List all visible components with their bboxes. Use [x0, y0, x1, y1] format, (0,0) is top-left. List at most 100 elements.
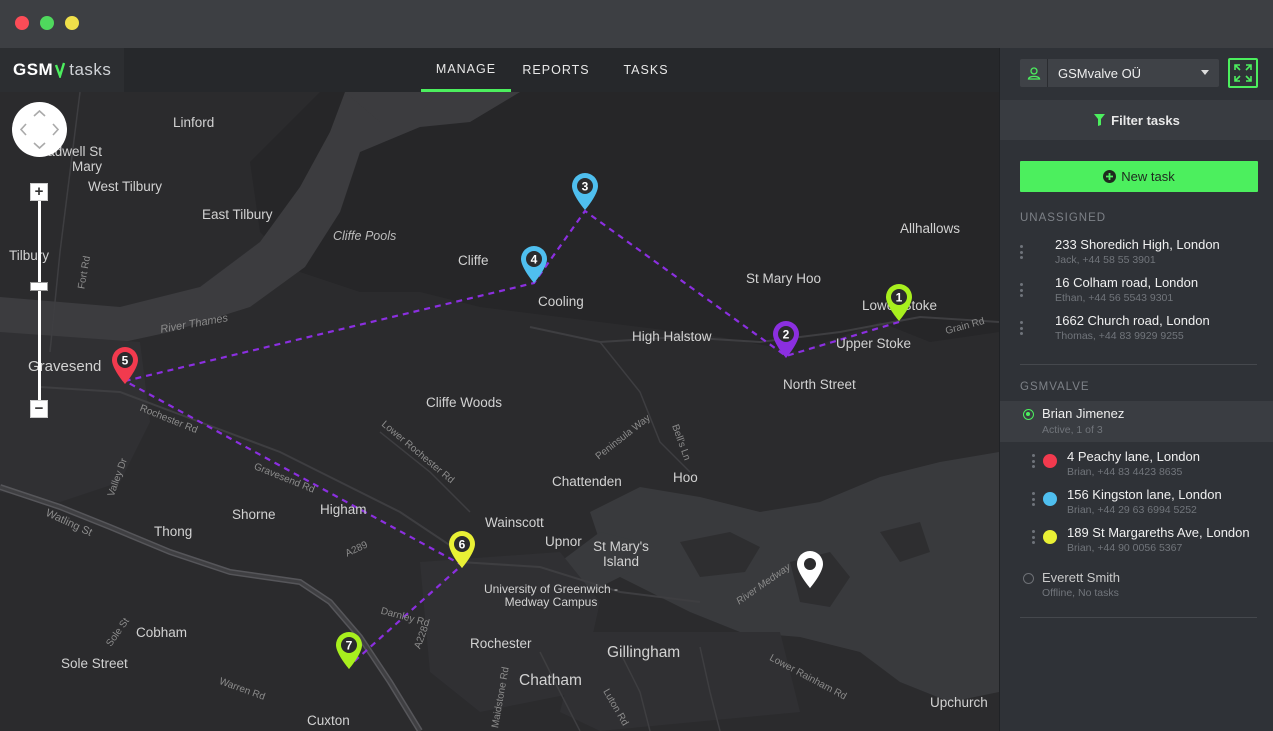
plus-circle-icon — [1103, 170, 1117, 183]
task-color-dot — [1043, 530, 1057, 544]
task-address: 233 Shoredich High, London — [1055, 237, 1220, 252]
drag-handle-icon[interactable] — [1020, 245, 1023, 259]
task-marker-3[interactable]: 3 — [569, 171, 601, 211]
place-label: High Halstow — [632, 329, 712, 344]
place-label: Rochester — [470, 636, 532, 651]
place-label: East Tilbury — [202, 207, 273, 222]
tab-tasks[interactable]: TASKS — [612, 48, 680, 92]
zoom-slider-handle[interactable] — [30, 282, 48, 291]
task-color-dot — [1043, 492, 1057, 506]
agent-name: Everett Smith — [1042, 570, 1121, 585]
place-label: Gillingham — [607, 644, 681, 661]
task-contact: Jack, +44 58 55 3901 — [1055, 254, 1156, 266]
agent-status: Active, 1 of 3 — [1042, 424, 1103, 436]
task-contact: Brian, +44 29 63 6994 5252 — [1067, 504, 1197, 516]
logo-tasks: tasks — [69, 60, 112, 79]
account-name: GSMvalve OÜ — [1058, 66, 1142, 81]
window-maximize-button[interactable] — [65, 16, 79, 30]
drag-handle-icon[interactable] — [1032, 530, 1035, 544]
task-contact: Brian, +44 90 0056 5367 — [1067, 542, 1183, 554]
team-heading: GSMVALVE — [1020, 381, 1090, 393]
map-view[interactable]: Linford Chadwell St Mary West Tilbury Ea… — [0, 92, 999, 731]
place-label: Cuxton — [307, 713, 350, 728]
place-label: Chatham — [519, 672, 582, 689]
place-label: Upper Stoke — [836, 336, 912, 351]
agent-row[interactable]: Everett Smith Offline, No tasks — [1000, 565, 1273, 603]
place-label: Upnor — [545, 534, 582, 549]
place-label: Linford — [173, 115, 215, 130]
logo-gsm: GSM — [13, 60, 54, 79]
expand-icon[interactable] — [1228, 58, 1258, 88]
agent-name: Brian Jimenez — [1042, 406, 1125, 421]
marker-number: 7 — [346, 639, 353, 653]
new-task-button[interactable]: New task — [1020, 161, 1258, 192]
divider — [1020, 617, 1257, 618]
task-address: 16 Colham road, London — [1055, 275, 1199, 290]
place-label: Wainscott — [485, 515, 544, 530]
task-marker-7[interactable]: 7 — [333, 630, 365, 670]
agent-row[interactable]: Brian Jimenez Active, 1 of 3 — [1000, 401, 1273, 442]
marker-number: 2 — [783, 328, 790, 342]
task-marker-2[interactable]: 2 — [770, 319, 802, 359]
task-marker-6[interactable]: 6 — [446, 529, 478, 569]
place-label: Chattenden — [552, 474, 622, 489]
location-pin-icon[interactable] — [794, 549, 826, 589]
task-contact: Brian, +44 83 4423 8635 — [1067, 466, 1183, 478]
place-label: Shorne — [232, 507, 276, 522]
task-marker-1[interactable]: 1 — [883, 282, 915, 322]
task-sidebar: GSMvalve OÜ Filter tasks New task UNASSI… — [999, 48, 1273, 731]
divider — [1020, 364, 1257, 365]
task-address: 1662 Church road, London — [1055, 313, 1210, 328]
pan-control[interactable] — [12, 102, 67, 157]
zoom-slider-track[interactable] — [38, 192, 41, 409]
drag-handle-icon[interactable] — [1032, 492, 1035, 506]
task-contact: Thomas, +44 83 9929 9255 — [1055, 330, 1184, 342]
place-label: Cliffe Pools — [333, 229, 397, 243]
window-close-button[interactable] — [15, 16, 29, 30]
place-label: Cobham — [136, 625, 188, 640]
top-navigation: GSM tasks MANAGE REPORTS TASKS — [0, 48, 999, 92]
tab-reports[interactable]: REPORTS — [516, 48, 596, 92]
place-label: West Tilbury — [88, 179, 163, 194]
drag-handle-icon[interactable] — [1020, 283, 1023, 297]
place-label: Hoo — [673, 470, 698, 485]
task-address: 156 Kingston lane, London — [1067, 487, 1222, 502]
task-contact: Ethan, +44 56 5543 9301 — [1055, 292, 1174, 304]
drag-handle-icon[interactable] — [1020, 321, 1023, 335]
filter-tasks-button[interactable]: Filter tasks — [1000, 100, 1273, 140]
user-icon — [1020, 59, 1048, 87]
marker-number: 1 — [896, 291, 903, 305]
app-logo[interactable]: GSM tasks — [0, 48, 124, 92]
place-label: North Street — [783, 377, 856, 392]
marker-number: 4 — [531, 253, 538, 267]
task-marker-4[interactable]: 4 — [518, 244, 550, 284]
place-label: Thong — [154, 524, 193, 539]
place-label: Tilbury — [9, 248, 50, 263]
filter-icon — [1094, 114, 1106, 126]
marker-number: 3 — [582, 180, 589, 194]
task-color-dot — [1043, 454, 1057, 468]
place-label: Cliffe — [458, 253, 489, 268]
marker-number: 5 — [122, 354, 129, 368]
pan-arrows-icon — [19, 109, 60, 150]
place-label: St Mary Hoo — [746, 271, 822, 286]
unassigned-heading: UNASSIGNED — [1020, 212, 1107, 224]
drag-handle-icon[interactable] — [1032, 454, 1035, 468]
place-label: University of Greenwich - Medway Campus — [483, 582, 619, 609]
zoom-in-button[interactable]: + — [30, 183, 48, 201]
place-label: Cooling — [538, 294, 584, 309]
window-minimize-button[interactable] — [40, 16, 54, 30]
task-address: 4 Peachy lane, London — [1067, 449, 1200, 464]
account-select[interactable]: GSMvalve OÜ — [1020, 59, 1219, 87]
tab-manage[interactable]: MANAGE — [421, 48, 511, 92]
agent-status: Offline, No tasks — [1042, 587, 1119, 599]
filter-label: Filter tasks — [1111, 112, 1180, 128]
task-address: 189 St Margareths Ave, London — [1067, 525, 1250, 540]
place-label: St Mary's Island — [593, 539, 649, 569]
offline-status-icon — [1023, 573, 1034, 584]
place-label: Higham — [320, 502, 367, 517]
active-status-icon — [1023, 409, 1034, 420]
marker-number: 6 — [459, 538, 466, 552]
task-marker-5[interactable]: 5 — [109, 345, 141, 385]
zoom-out-button[interactable]: − — [30, 400, 48, 418]
